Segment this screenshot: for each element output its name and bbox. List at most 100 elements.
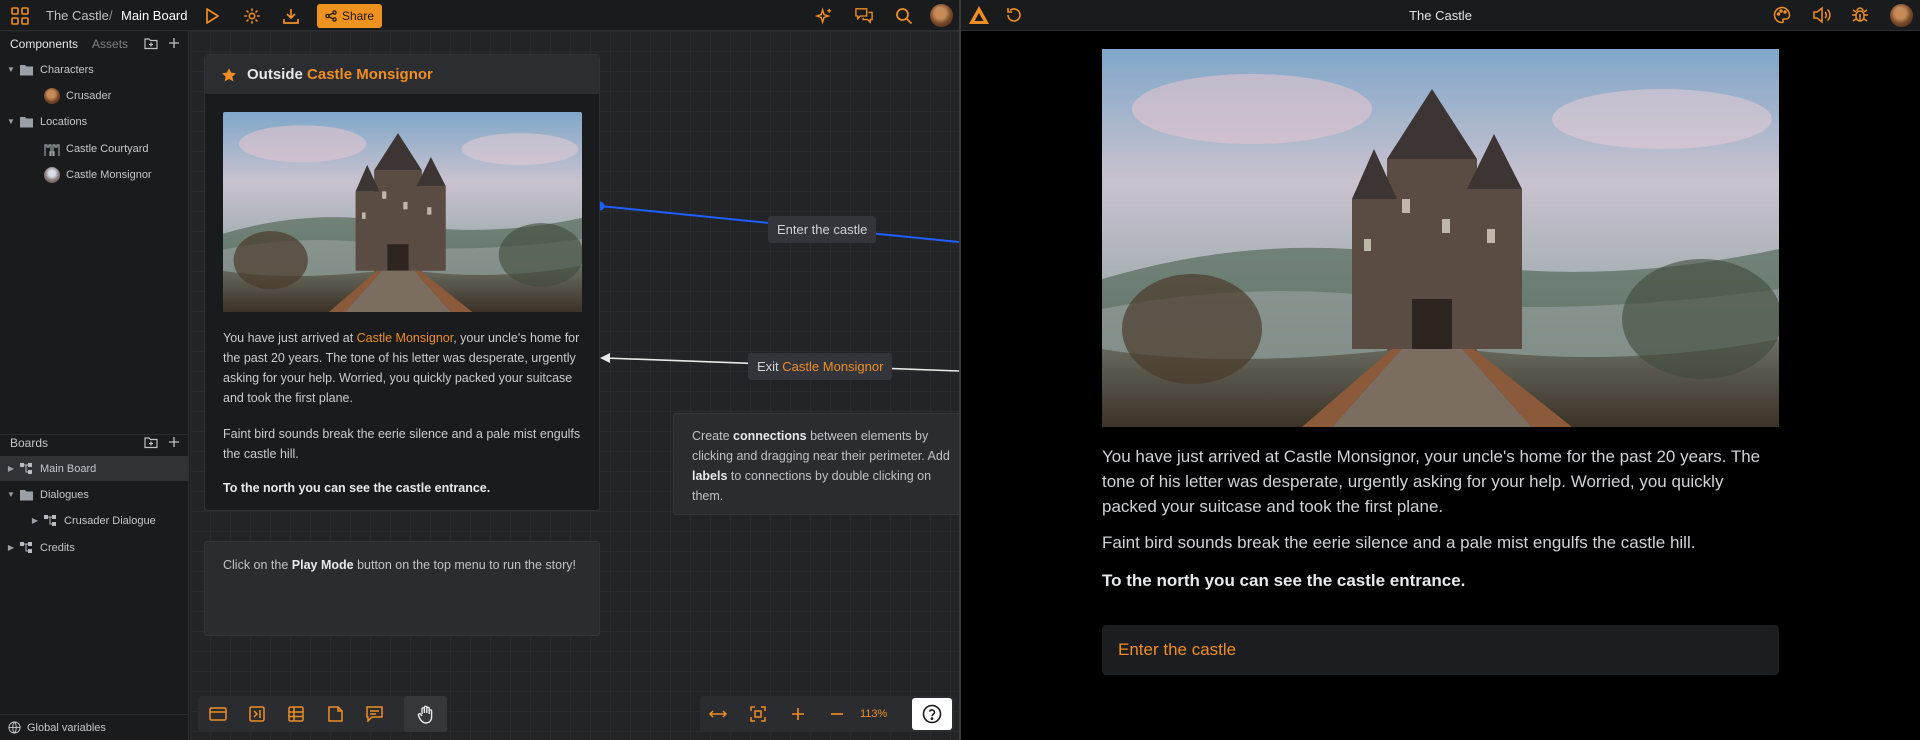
- tree-item-label: Castle Monsignor: [66, 168, 152, 181]
- connection-label-exit[interactable]: Exit Castle Monsignor: [748, 353, 893, 380]
- player-topbar: The Castle: [961, 0, 1920, 31]
- global-variables-button[interactable]: Global variables: [0, 714, 189, 740]
- castle-image: [1102, 49, 1779, 427]
- palette-icon[interactable]: [1773, 6, 1791, 24]
- ai-sparkle-icon[interactable]: [812, 4, 836, 28]
- volume-icon[interactable]: [1812, 6, 1831, 24]
- share-icon: [325, 10, 337, 22]
- caret-down-icon[interactable]: ▼: [5, 117, 17, 126]
- tab-assets[interactable]: Assets: [92, 37, 128, 51]
- add-icon[interactable]: [168, 436, 180, 449]
- zoom-level[interactable]: 113%: [860, 696, 887, 732]
- breadcrumb-separator: /: [109, 8, 113, 23]
- tree-item-label: Characters: [40, 63, 94, 76]
- globe-icon: [8, 721, 21, 734]
- board-folder-dialogues[interactable]: ▼ Dialogues: [0, 482, 189, 507]
- castle-icon: [44, 141, 60, 157]
- board-item-main-board[interactable]: ▶ Main Board: [0, 456, 189, 481]
- play-icon[interactable]: [200, 4, 224, 28]
- table-element-icon[interactable]: [284, 702, 308, 726]
- tree-item-crusader[interactable]: Crusader: [0, 83, 189, 108]
- bug-icon[interactable]: [1851, 6, 1869, 24]
- star-icon[interactable]: [221, 67, 237, 83]
- global-variables-label: Global variables: [27, 721, 106, 734]
- tree-item-label: Main Board: [40, 462, 97, 475]
- node-header[interactable]: Outside Castle Monsignor: [205, 55, 599, 94]
- zoom-out-icon[interactable]: [825, 702, 849, 726]
- story-node-outside-castle[interactable]: Outside Castle Monsignor You have just a…: [204, 54, 600, 511]
- folder-icon: [17, 487, 35, 503]
- board-item-credits[interactable]: ▶ Credits: [0, 535, 189, 560]
- new-folder-icon[interactable]: [144, 37, 158, 50]
- avatar: [44, 87, 60, 104]
- folder-icon: [17, 114, 35, 130]
- card-element-icon[interactable]: [206, 702, 230, 726]
- editor-topbar: The Castle / Main Board Share: [0, 0, 959, 31]
- caret-down-icon[interactable]: ▼: [5, 65, 17, 74]
- hand-icon: [417, 705, 432, 724]
- new-folder-icon[interactable]: [144, 436, 158, 449]
- boards-divider: [0, 434, 189, 435]
- hint-card-connections[interactable]: Create connections between elements by c…: [673, 413, 959, 515]
- breadcrumb-project[interactable]: The Castle: [46, 0, 109, 31]
- tree-folder-locations[interactable]: ▼ Locations: [0, 109, 189, 134]
- share-label: Share: [341, 9, 375, 23]
- search-icon[interactable]: [892, 4, 916, 28]
- sidebar: Components Assets ▼ Characters Crusader …: [0, 31, 189, 740]
- player-paragraph-1: You have just arrived at Castle Monsigno…: [1102, 447, 1761, 516]
- tab-components[interactable]: Components: [10, 37, 78, 51]
- board-icon: [17, 540, 35, 556]
- fit-width-icon[interactable]: [706, 702, 730, 726]
- download-icon[interactable]: [279, 4, 303, 28]
- arrowhead-icon: [600, 353, 610, 363]
- help-button[interactable]: [912, 698, 952, 730]
- caret-down-icon[interactable]: ▼: [5, 490, 17, 499]
- node-title-prefix: Outside: [247, 66, 303, 83]
- apps-grid-icon[interactable]: [8, 4, 32, 28]
- element-toolbar: [198, 696, 447, 732]
- avatar: [44, 166, 60, 183]
- board-canvas[interactable]: Enter the castle Exit Castle Monsignor O…: [190, 31, 959, 740]
- hand-tool-button[interactable]: [404, 696, 447, 732]
- castle-image: [223, 112, 582, 312]
- exit-prefix: Exit: [757, 359, 779, 374]
- caret-right-icon[interactable]: ▶: [29, 516, 41, 525]
- node-title-link: Castle Monsignor: [307, 66, 433, 83]
- add-icon[interactable]: [168, 37, 180, 50]
- caret-right-icon[interactable]: ▶: [5, 543, 17, 552]
- share-button[interactable]: Share: [317, 4, 382, 28]
- board-icon: [17, 461, 35, 477]
- dialogue-element-icon[interactable]: [362, 702, 386, 726]
- board-item-crusader-dialogue[interactable]: ▶ Crusader Dialogue: [0, 508, 189, 533]
- tree-item-castle-courtyard[interactable]: Castle Courtyard: [0, 136, 189, 161]
- user-avatar[interactable]: [1890, 4, 1913, 27]
- note-element-icon[interactable]: [323, 702, 347, 726]
- node-link-castle[interactable]: Castle Monsignor: [357, 331, 454, 345]
- folder-icon: [17, 62, 35, 78]
- tree-folder-characters[interactable]: ▼ Characters: [0, 57, 189, 82]
- comments-icon[interactable]: [852, 4, 876, 28]
- zoom-in-icon[interactable]: [786, 702, 810, 726]
- user-avatar[interactable]: [930, 4, 953, 27]
- fit-screen-icon[interactable]: [746, 702, 770, 726]
- tree-item-label: Dialogues: [40, 488, 89, 501]
- board-icon: [41, 513, 59, 529]
- node-paragraph-1: You have just arrived at Castle Monsigno…: [223, 331, 580, 405]
- connection-label-enter[interactable]: Enter the castle: [768, 216, 877, 243]
- breadcrumb-board[interactable]: Main Board: [121, 0, 187, 31]
- gear-icon[interactable]: [240, 4, 264, 28]
- editor-pane: The Castle / Main Board Share Components…: [0, 0, 959, 740]
- hint-card-play-mode[interactable]: Click on the Play Mode button on the top…: [204, 541, 600, 636]
- choice-button-enter-castle[interactable]: Enter the castle: [1102, 625, 1779, 675]
- node-paragraph-2: Faint bird sounds break the eerie silenc…: [223, 427, 581, 461]
- tree-item-label: Credits: [40, 541, 75, 554]
- tree-item-label: Crusader Dialogue: [64, 514, 156, 527]
- player-paragraph-3: To the north you can see the castle entr…: [1102, 571, 1466, 590]
- tree-item-castle-monsignor[interactable]: Castle Monsignor: [0, 162, 189, 187]
- tree-item-label: Locations: [40, 115, 88, 128]
- exit-link: Castle Monsignor: [782, 359, 884, 374]
- caret-right-icon[interactable]: ▶: [5, 464, 17, 473]
- help-icon: [922, 704, 942, 724]
- jump-element-icon[interactable]: [245, 702, 269, 726]
- tree-item-label: Crusader: [66, 89, 112, 102]
